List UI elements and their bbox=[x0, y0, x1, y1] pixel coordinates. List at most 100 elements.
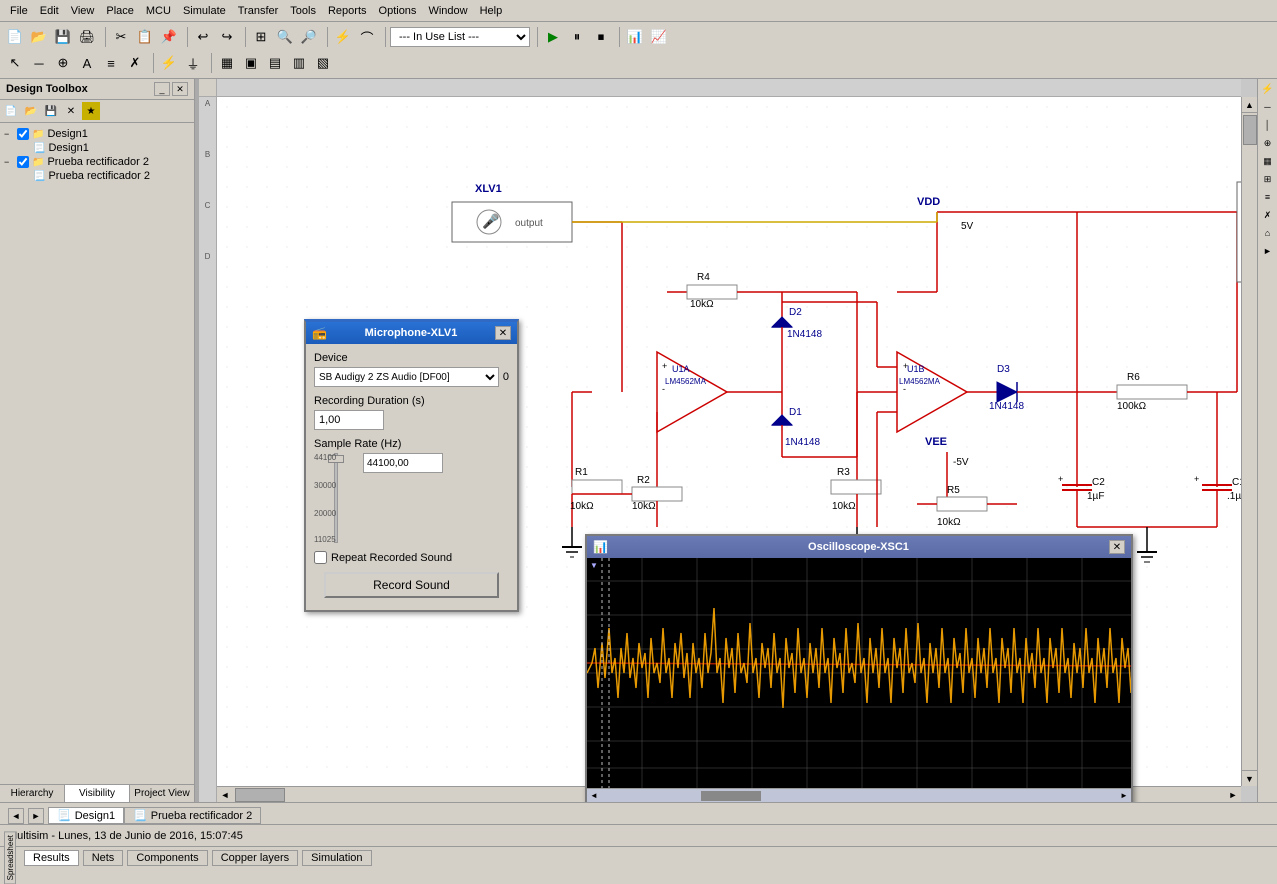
toolbox-new[interactable]: 📄 bbox=[2, 102, 20, 120]
bottom-tab-nets[interactable]: Nets bbox=[83, 850, 124, 866]
osc-hscroll-thumb[interactable] bbox=[701, 791, 761, 801]
menu-transfer[interactable]: Transfer bbox=[232, 3, 285, 19]
vscroll-track[interactable] bbox=[1242, 113, 1257, 770]
duration-input[interactable] bbox=[314, 410, 384, 430]
osc-close[interactable]: ✕ bbox=[1109, 540, 1125, 554]
design-tab-prueba[interactable]: 📃 Prueba rectificador 2 bbox=[124, 807, 261, 824]
right-btn-4[interactable]: ⊕ bbox=[1260, 135, 1276, 151]
nav-tab-hierarchy[interactable]: Hierarchy bbox=[0, 785, 65, 802]
spreadsheet-label[interactable]: Spreadsheet bbox=[4, 831, 16, 884]
bottom-tab-results[interactable]: Results bbox=[24, 850, 79, 866]
tree-item-prueba-root[interactable]: − 📁 Prueba rectificador 2 bbox=[4, 155, 190, 169]
tree-checkbox-design1[interactable] bbox=[17, 128, 29, 140]
right-btn-9[interactable]: ⌂ bbox=[1260, 225, 1276, 241]
print-button[interactable]: 🖨 bbox=[76, 26, 98, 48]
menu-edit[interactable]: Edit bbox=[34, 3, 65, 19]
menu-options[interactable]: Options bbox=[373, 3, 423, 19]
analysis-button[interactable]: 📈 bbox=[648, 26, 670, 48]
sample-rate-input[interactable] bbox=[363, 453, 443, 473]
run-button[interactable]: ▶ bbox=[542, 26, 564, 48]
device-select[interactable]: SB Audigy 2 ZS Audio [DF00] bbox=[314, 367, 499, 387]
osc-hscroll-track[interactable] bbox=[601, 789, 1117, 802]
place-ground[interactable]: ⏚ bbox=[182, 52, 204, 74]
right-btn-5[interactable]: ▦ bbox=[1260, 153, 1276, 169]
save-button[interactable]: 💾 bbox=[52, 26, 74, 48]
zoom-area-button[interactable]: ⊞ bbox=[250, 26, 272, 48]
menu-mcu[interactable]: MCU bbox=[140, 3, 177, 19]
mic-dialog-close[interactable]: ✕ bbox=[495, 326, 511, 340]
no-connect-button[interactable]: ✗ bbox=[124, 52, 146, 74]
hscroll-left[interactable]: ◄ bbox=[217, 787, 233, 803]
toolbox-save[interactable]: 💾 bbox=[42, 102, 60, 120]
right-btn-10[interactable]: ► bbox=[1260, 243, 1276, 259]
right-btn-6[interactable]: ⊞ bbox=[1260, 171, 1276, 187]
bottom-tab-copper-layers[interactable]: Copper layers bbox=[212, 850, 298, 866]
copy-button[interactable]: 📋 bbox=[134, 26, 156, 48]
menu-simulate[interactable]: Simulate bbox=[177, 3, 232, 19]
zoom-out-button[interactable]: 🔎 bbox=[298, 26, 320, 48]
paste-button[interactable]: 📌 bbox=[158, 26, 180, 48]
design-tab-design1[interactable]: 📃 Design1 bbox=[48, 807, 124, 824]
select-button[interactable]: ↖ bbox=[4, 52, 26, 74]
right-btn-8[interactable]: ✗ bbox=[1260, 207, 1276, 223]
menu-window[interactable]: Window bbox=[422, 3, 473, 19]
menu-view[interactable]: View bbox=[65, 3, 101, 19]
tree-item-prueba-child[interactable]: 📃 Prueba rectificador 2 bbox=[4, 169, 190, 183]
pause-button[interactable]: ⏸ bbox=[566, 26, 588, 48]
osc-scroll-left[interactable]: ◄ bbox=[587, 789, 601, 803]
hscroll-right[interactable]: ► bbox=[1225, 787, 1241, 803]
right-btn-3[interactable]: │ bbox=[1260, 117, 1276, 133]
menu-reports[interactable]: Reports bbox=[322, 3, 373, 19]
menu-place[interactable]: Place bbox=[100, 3, 140, 19]
misc4[interactable]: ▥ bbox=[288, 52, 310, 74]
design-tab-scroll-right[interactable]: ► bbox=[28, 808, 44, 824]
in-use-dropdown[interactable]: --- In Use List --- bbox=[390, 27, 530, 47]
bus-button[interactable]: ≡ bbox=[100, 52, 122, 74]
junction-button[interactable]: ⊕ bbox=[52, 52, 74, 74]
menu-file[interactable]: File bbox=[4, 3, 34, 19]
undo-button[interactable]: ↩ bbox=[192, 26, 214, 48]
tree-item-design1-root[interactable]: − 📁 Design1 bbox=[4, 127, 190, 141]
nav-tab-visibility[interactable]: Visibility bbox=[65, 785, 130, 802]
tree-toggle-prueba[interactable]: − bbox=[4, 157, 14, 167]
label-button[interactable]: A bbox=[76, 52, 98, 74]
wire-button[interactable]: ⌒ bbox=[356, 26, 378, 48]
toolbox-minimize[interactable]: _ bbox=[154, 82, 170, 96]
repeat-checkbox[interactable] bbox=[314, 551, 327, 564]
zoom-in-button[interactable]: 🔍 bbox=[274, 26, 296, 48]
menu-tools[interactable]: Tools bbox=[284, 3, 322, 19]
misc1[interactable]: ▦ bbox=[216, 52, 238, 74]
right-btn-2[interactable]: ─ bbox=[1260, 99, 1276, 115]
toolbox-close[interactable]: ✕ bbox=[172, 82, 188, 96]
stop-button[interactable]: ⏹ bbox=[590, 26, 612, 48]
tree-checkbox-prueba[interactable] bbox=[17, 156, 29, 168]
redo-button[interactable]: ↪ bbox=[216, 26, 238, 48]
bottom-tab-components[interactable]: Components bbox=[127, 850, 207, 866]
right-btn-1[interactable]: ⚡ bbox=[1260, 81, 1276, 97]
wire-tool[interactable]: ─ bbox=[28, 52, 50, 74]
misc5[interactable]: ▧ bbox=[312, 52, 334, 74]
design-tab-scroll-left[interactable]: ◄ bbox=[8, 808, 24, 824]
properties-button[interactable]: 📊 bbox=[624, 26, 646, 48]
toolbox-star[interactable]: ★ bbox=[82, 102, 100, 120]
osc-scroll-right[interactable]: ► bbox=[1117, 789, 1131, 803]
menu-help[interactable]: Help bbox=[474, 3, 509, 19]
vscroll-thumb[interactable] bbox=[1243, 115, 1257, 145]
misc2[interactable]: ▣ bbox=[240, 52, 262, 74]
nav-tab-project[interactable]: Project View bbox=[130, 785, 194, 802]
record-sound-button[interactable]: Record Sound bbox=[324, 572, 500, 598]
place-power[interactable]: ⚡ bbox=[158, 52, 180, 74]
bottom-tab-simulation[interactable]: Simulation bbox=[302, 850, 371, 866]
right-btn-7[interactable]: ≡ bbox=[1260, 189, 1276, 205]
tree-item-design1-child[interactable]: 📃 Design1 bbox=[4, 141, 190, 155]
vscroll-down[interactable]: ▼ bbox=[1242, 770, 1258, 786]
misc3[interactable]: ▤ bbox=[264, 52, 286, 74]
hscroll-thumb[interactable] bbox=[235, 788, 285, 802]
vscroll-up[interactable]: ▲ bbox=[1242, 97, 1258, 113]
tree-toggle-design1[interactable]: − bbox=[4, 129, 14, 139]
cut-button[interactable]: ✂ bbox=[110, 26, 132, 48]
toolbox-close-doc[interactable]: ✕ bbox=[62, 102, 80, 120]
new-button[interactable]: 📄 bbox=[4, 26, 26, 48]
toolbox-open[interactable]: 📂 bbox=[22, 102, 40, 120]
component-button[interactable]: ⚡ bbox=[332, 26, 354, 48]
